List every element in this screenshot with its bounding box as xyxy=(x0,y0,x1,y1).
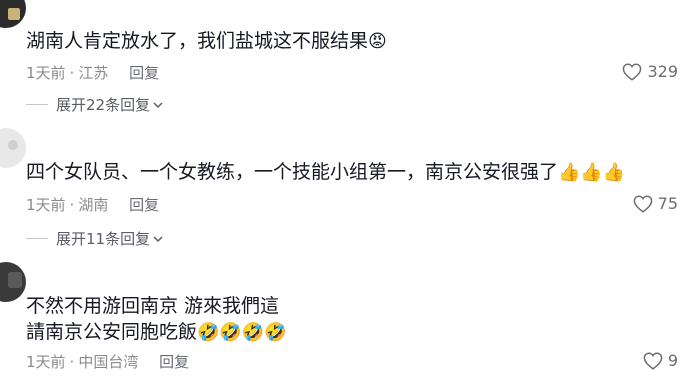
like-count: 329 xyxy=(647,62,678,81)
comment-time: 1天前 xyxy=(26,353,66,371)
rofl-emoji-icon: 🤣🤣🤣🤣 xyxy=(197,322,287,343)
reply-button[interactable]: 回复 xyxy=(159,353,189,371)
comment-text: 四个女队员、一个女教练，一个技能小组第一，南京公安很强了👍👍👍 xyxy=(26,158,625,187)
avatar[interactable] xyxy=(0,0,26,28)
like-button[interactable]: 9 xyxy=(643,351,678,370)
comment-text: 湖南人肯定放水了，我们盐城这不服结果😡 xyxy=(26,27,387,56)
comment-text-line-2: 請南京公安同胞吃飯🤣🤣🤣🤣 xyxy=(26,318,287,347)
like-button[interactable]: 75 xyxy=(633,194,678,213)
comment-time: 1天前 xyxy=(26,64,66,82)
comment-body: 湖南人肯定放水了，我们盐城这不服结果 xyxy=(26,30,369,52)
meta-separator: · xyxy=(69,353,75,371)
reply-button[interactable]: 回复 xyxy=(129,64,159,82)
chevron-down-icon xyxy=(153,101,163,108)
avatar[interactable] xyxy=(0,262,26,302)
heart-outline-icon xyxy=(633,194,652,213)
avatar-badge xyxy=(8,8,20,20)
expand-replies-button[interactable]: 展开11条回复 xyxy=(26,228,163,249)
avatar[interactable] xyxy=(0,128,26,168)
divider-line xyxy=(26,104,48,105)
expand-replies-label: 展开11条回复 xyxy=(56,230,151,248)
expand-replies-button[interactable]: 展开22条回复 xyxy=(26,94,163,115)
comment-location: 湖南 xyxy=(78,196,109,214)
meta-separator: · xyxy=(69,196,75,214)
like-button[interactable]: 329 xyxy=(622,62,678,81)
avatar-badge xyxy=(8,272,22,288)
comment-meta: 1天前 · 中国台湾 回复 xyxy=(26,351,189,372)
comment-location: 江苏 xyxy=(78,64,109,82)
like-count: 75 xyxy=(657,194,678,213)
divider-line xyxy=(26,238,48,239)
like-count: 9 xyxy=(667,351,678,370)
expand-replies-label: 展开22条回复 xyxy=(56,96,151,114)
meta-separator: · xyxy=(69,64,75,82)
reply-button[interactable]: 回复 xyxy=(129,196,159,214)
angry-emoji-icon: 😡 xyxy=(368,31,387,52)
avatar-badge xyxy=(8,140,18,150)
comment-body: 四个女队员、一个女教练，一个技能小组第一，南京公安很强了 xyxy=(26,161,559,183)
heart-outline-icon xyxy=(643,351,663,370)
chevron-down-icon xyxy=(153,235,163,242)
thumbs-up-emoji-icon: 👍👍👍 xyxy=(558,162,626,183)
comment-meta: 1天前 · 江苏 回复 xyxy=(26,62,159,83)
comment-meta: 1天前 · 湖南 回复 xyxy=(26,194,159,215)
comment-location: 中国台湾 xyxy=(78,353,139,371)
comment-text-line-1: 不然不用游回南京 游來我們這 xyxy=(26,295,280,317)
comment-time: 1天前 xyxy=(26,196,66,214)
heart-outline-icon xyxy=(623,62,642,81)
comment-body: 請南京公安同胞吃飯 xyxy=(26,321,198,343)
